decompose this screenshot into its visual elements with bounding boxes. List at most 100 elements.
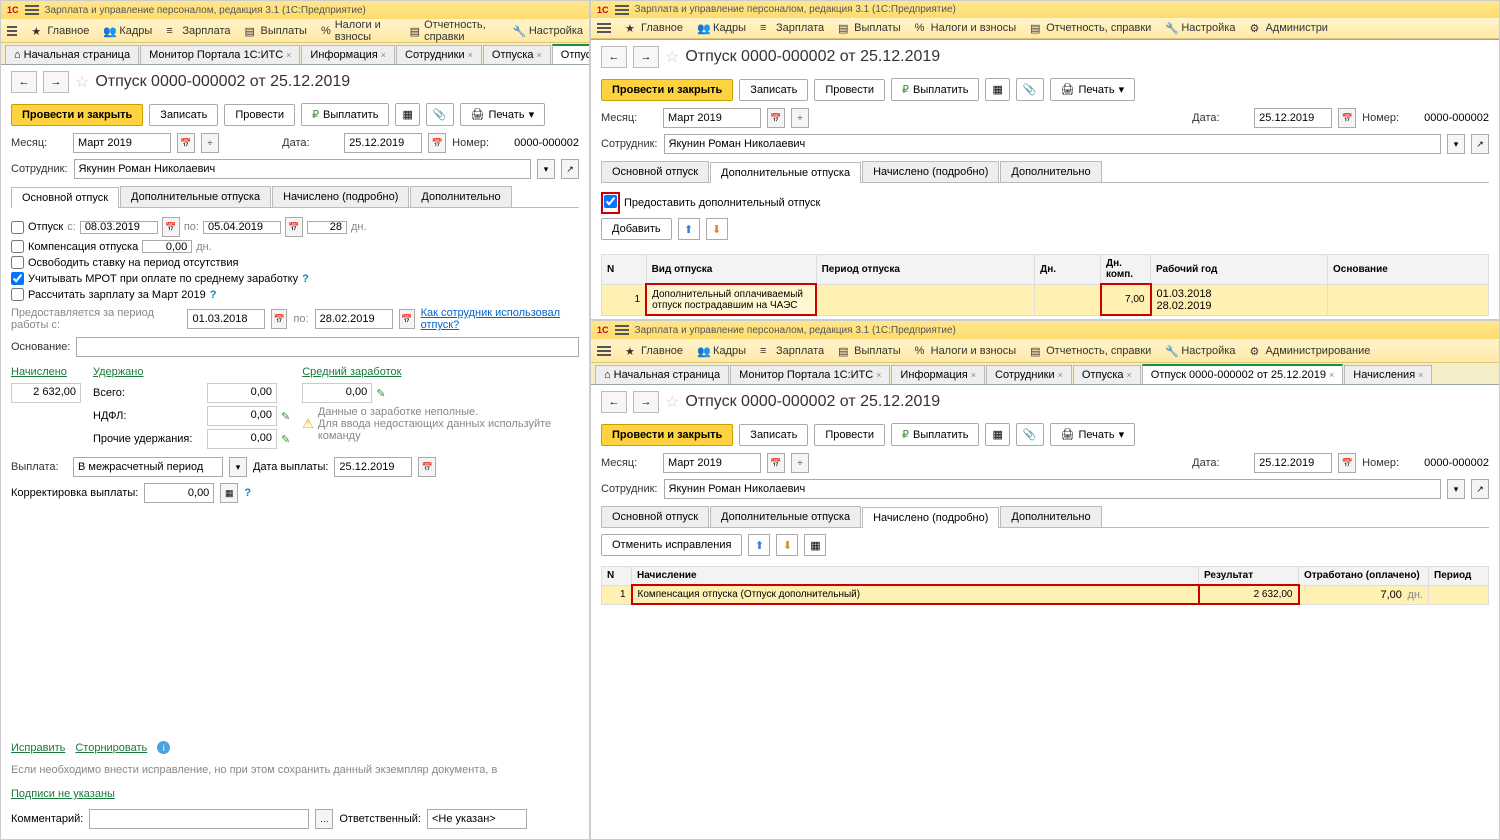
help-icon[interactable]: ? <box>302 273 309 285</box>
emp-input[interactable] <box>74 159 532 179</box>
period-to[interactable] <box>315 309 393 329</box>
fix-link[interactable]: Исправить <box>11 742 65 754</box>
comp-checkbox[interactable] <box>11 240 24 253</box>
calc-icon[interactable]: ▦ <box>220 483 238 503</box>
tool1-button[interactable]: ▦ <box>985 423 1009 446</box>
pay-button[interactable]: ₽Выплатить <box>891 78 979 101</box>
menu-otchet[interactable]: ▤Отчетность, справки <box>410 19 499 43</box>
days-input[interactable] <box>307 221 347 234</box>
spinner-icon[interactable]: ÷ <box>201 133 219 153</box>
subtab-add[interactable]: Дополнительные отпуска <box>120 186 271 207</box>
save-button[interactable]: Записать <box>149 104 218 126</box>
hamburger-icon[interactable] <box>25 5 39 15</box>
close-icon[interactable]: × <box>286 50 291 60</box>
tab-info[interactable]: Информация× <box>301 45 395 64</box>
responsible-input[interactable] <box>427 809 527 829</box>
menu-vyplaty[interactable]: ▤Выплаты <box>838 22 900 34</box>
move-down-icon[interactable]: ⬇ <box>776 534 798 556</box>
tool1-button[interactable]: ▦ <box>395 103 419 126</box>
menu-main[interactable]: ★Главное <box>31 25 89 37</box>
save-button[interactable]: Записать <box>739 79 808 101</box>
accrued-header[interactable]: Начислено <box>11 366 81 378</box>
help-icon[interactable]: ? <box>244 487 251 499</box>
table-row[interactable]: 1 Дополнительный оплачиваемый отпуск пос… <box>602 284 1489 315</box>
mrot-checkbox[interactable] <box>11 272 24 285</box>
subtab-add[interactable]: Дополнительные отпуска <box>710 506 861 527</box>
tab-otp[interactable]: Отпуска× <box>1073 365 1141 384</box>
attach-button[interactable]: 📎 <box>1016 78 1044 101</box>
favorite-icon[interactable]: ☆ <box>665 47 679 67</box>
signatures-link[interactable]: Подписи не указаны <box>11 788 115 800</box>
subtab-add[interactable]: Дополнительные отпуска <box>710 162 861 183</box>
subtab-main[interactable]: Основной отпуск <box>601 506 709 527</box>
storno-link[interactable]: Сторнировать <box>75 742 147 754</box>
move-down-icon[interactable]: ⬇ <box>706 218 728 240</box>
tab-home[interactable]: ⌂Начальная страница <box>5 45 139 64</box>
menu-otchet[interactable]: ▤Отчетность, справки <box>1030 345 1151 357</box>
print-button[interactable]: 🖨Печать▾ <box>1050 78 1136 101</box>
subtab-extra[interactable]: Дополнительно <box>1000 506 1101 527</box>
dropdown-icon[interactable]: ▾ <box>537 159 555 179</box>
korr-input[interactable] <box>144 483 214 503</box>
subtab-extra[interactable]: Дополнительно <box>1000 161 1101 182</box>
basis-input[interactable] <box>76 337 579 357</box>
tab-info[interactable]: Информация× <box>891 365 985 384</box>
menu-vyplaty[interactable]: ▤Выплаты <box>244 25 306 37</box>
dropdown-icon[interactable]: ▾ <box>229 457 247 477</box>
menu-zarplata[interactable]: ≡Зарплата <box>166 25 230 37</box>
edit-icon[interactable]: ✎ <box>281 433 290 446</box>
back-button[interactable]: ← <box>601 46 627 68</box>
pay-button[interactable]: ₽Выплатить <box>891 423 979 446</box>
move-up-icon[interactable]: ⬆ <box>748 534 770 556</box>
move-up-icon[interactable]: ⬆ <box>678 218 700 240</box>
month-input[interactable] <box>663 453 761 473</box>
menu-nastroika[interactable]: 🔧Настройка <box>1165 345 1235 357</box>
back-button[interactable]: ← <box>601 391 627 413</box>
tab-doc[interactable]: Отпуск 0000-000002 от 25.12.2019× <box>552 44 589 65</box>
calendar-icon[interactable]: 📅 <box>271 309 287 329</box>
open-icon[interactable]: ↗ <box>561 159 579 179</box>
menu-otchet[interactable]: ▤Отчетность, справки <box>1030 22 1151 34</box>
emp-input[interactable] <box>664 479 1442 499</box>
post-close-button[interactable]: Провести и закрыть <box>11 104 143 126</box>
menu-nalogi[interactable]: %Налоги и взносы <box>321 19 396 43</box>
tab-doc[interactable]: Отпуск 0000-000002 от 25.12.2019× <box>1142 364 1343 385</box>
post-button[interactable]: Провести <box>814 79 885 101</box>
payout-date[interactable] <box>334 457 412 477</box>
table-row[interactable]: 1 Компенсация отпуска (Отпуск дополнител… <box>602 585 1489 604</box>
close-icon[interactable]: × <box>468 50 473 60</box>
close-icon[interactable]: × <box>537 50 542 60</box>
post-button[interactable]: Провести <box>814 424 885 446</box>
period-from[interactable] <box>187 309 265 329</box>
menu-nastroika[interactable]: 🔧Настройка <box>1165 22 1235 34</box>
forward-button[interactable]: → <box>633 46 659 68</box>
menu-admin[interactable]: ⚙Администри <box>1249 22 1327 34</box>
used-link[interactable]: Как сотрудник использовал отпуск? <box>421 307 579 331</box>
add-button[interactable]: Добавить <box>601 218 672 240</box>
to-date[interactable] <box>203 221 281 234</box>
calendar-icon[interactable]: 📅 <box>177 133 195 153</box>
attach-button[interactable]: 📎 <box>426 103 454 126</box>
help-icon[interactable]: ? <box>210 289 217 301</box>
grant-checkbox[interactable] <box>604 195 617 208</box>
menu-kadry[interactable]: 👥Кадры <box>697 22 746 34</box>
calendar-icon[interactable]: 📅 <box>162 217 180 237</box>
date-input[interactable] <box>1254 108 1332 128</box>
payout-period[interactable] <box>73 457 223 477</box>
date-input[interactable] <box>1254 453 1332 473</box>
tab-portal[interactable]: Монитор Портала 1С:ИТС× <box>730 365 890 384</box>
print-button[interactable]: 🖨Печать▾ <box>460 103 546 126</box>
menu-kadry[interactable]: 👥Кадры <box>103 25 152 37</box>
withheld-header[interactable]: Удержано <box>93 366 290 378</box>
favorite-icon[interactable]: ☆ <box>75 72 89 92</box>
forward-button[interactable]: → <box>633 391 659 413</box>
avg-header[interactable]: Средний заработок <box>302 366 558 378</box>
post-close-button[interactable]: Провести и закрыть <box>601 79 733 101</box>
grid-icon[interactable]: ▦ <box>804 534 826 556</box>
tab-sotr[interactable]: Сотрудники× <box>396 45 482 64</box>
emp-input[interactable] <box>664 134 1442 154</box>
cancel-fix-button[interactable]: Отменить исправления <box>601 534 742 556</box>
calendar-icon[interactable]: 📅 <box>399 309 415 329</box>
calendar-icon[interactable]: 📅 <box>285 217 303 237</box>
tab-otp[interactable]: Отпуска× <box>483 45 551 64</box>
